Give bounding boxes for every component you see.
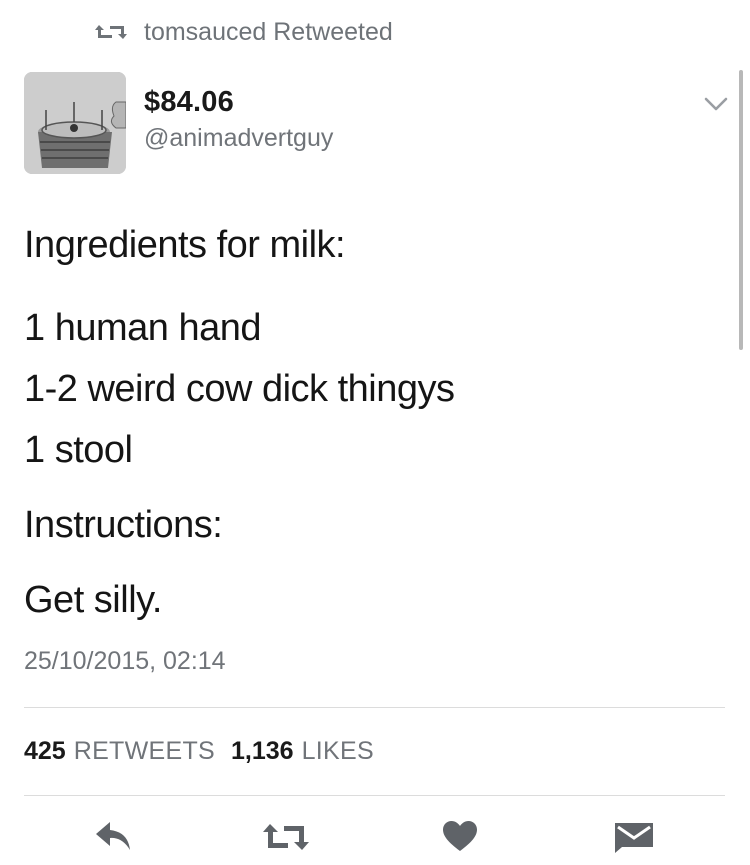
chevron-down-icon[interactable]	[704, 96, 728, 112]
retweet-icon	[95, 25, 127, 39]
direct-message-icon[interactable]	[614, 820, 654, 854]
likes-label[interactable]: LIKES	[302, 737, 374, 766]
retweets-count[interactable]: 425	[24, 737, 66, 766]
ingredient-line: 1 stool	[24, 429, 133, 471]
avatar-drawing	[24, 72, 126, 174]
scrollbar[interactable]	[739, 70, 743, 350]
reply-icon[interactable]	[94, 820, 134, 852]
heart-icon[interactable]	[442, 820, 478, 852]
tweet-stats: 425 RETWEETS 1,136 LIKES	[24, 734, 390, 768]
instructions-heading: Instructions:	[24, 504, 223, 546]
ingredient-line: 1-2 weird cow dick thingys	[24, 368, 455, 410]
tweet-actions	[0, 812, 750, 865]
retweet-context[interactable]: tomsauced Retweeted	[94, 14, 393, 50]
user-handle[interactable]: @animadvertguy	[144, 124, 333, 153]
avatar[interactable]	[24, 72, 126, 174]
divider	[24, 707, 725, 708]
tweet-text: Ingredients for milk: 1 human hand 1-2 w…	[24, 222, 724, 631]
instructions-text: Get silly.	[24, 579, 162, 621]
divider	[24, 795, 725, 796]
display-name[interactable]: $84.06	[144, 86, 234, 119]
tweet-heading: Ingredients for milk:	[24, 224, 346, 266]
retweet-context-text: tomsauced Retweeted	[144, 17, 393, 46]
likes-count[interactable]: 1,136	[231, 737, 294, 766]
retweet-icon[interactable]	[262, 820, 310, 854]
retweets-label[interactable]: RETWEETS	[74, 737, 215, 766]
tweet-timestamp: 25/10/2015, 02:14	[24, 647, 226, 675]
ingredient-line: 1 human hand	[24, 307, 261, 349]
